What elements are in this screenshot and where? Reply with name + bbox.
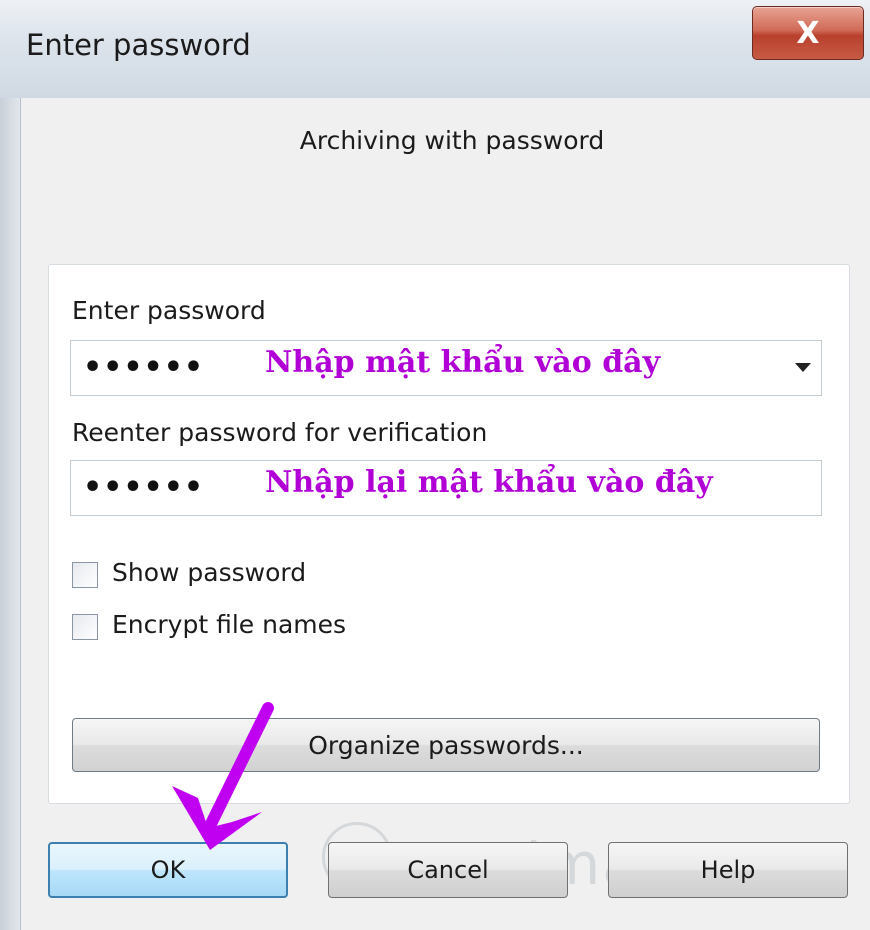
arrow-shaft: [202, 702, 274, 836]
close-icon: X: [796, 15, 820, 51]
password-mask: ••••••: [83, 470, 205, 505]
chevron-down-icon[interactable]: [795, 363, 811, 372]
reenter-password-field[interactable]: •••••• Nhập lại mật khẩu vào đây: [70, 460, 822, 516]
ok-label: OK: [150, 856, 186, 884]
enter-password-field[interactable]: •••••• Nhập mật khẩu vào đây: [70, 340, 822, 396]
title-bar: Enter password X: [0, 0, 870, 99]
reenter-password-hint: Nhập lại mật khẩu vào đây: [265, 465, 713, 500]
enter-password-label: Enter password: [72, 296, 266, 325]
window-title: Enter password: [26, 28, 251, 62]
password-mask: ••••••: [83, 350, 205, 385]
close-button[interactable]: X: [752, 6, 864, 60]
encrypt-file-names-label[interactable]: Encrypt file names: [112, 610, 346, 639]
organize-passwords-label: Organize passwords...: [308, 730, 584, 760]
reenter-password-label: Reenter password for verification: [72, 418, 488, 447]
annotation-arrow-icon: [172, 702, 274, 850]
cancel-button[interactable]: Cancel: [328, 842, 568, 898]
help-button[interactable]: Help: [608, 842, 848, 898]
dialog-subtitle: Archiving with password: [299, 126, 605, 155]
show-password-checkbox[interactable]: [72, 562, 98, 588]
window-border: [0, 98, 20, 930]
enter-password-hint: Nhập mật khẩu vào đây: [265, 345, 661, 380]
help-label: Help: [700, 856, 756, 884]
encrypt-file-names-checkbox[interactable]: [72, 614, 98, 640]
show-password-label[interactable]: Show password: [112, 558, 306, 587]
cancel-label: Cancel: [407, 856, 489, 884]
